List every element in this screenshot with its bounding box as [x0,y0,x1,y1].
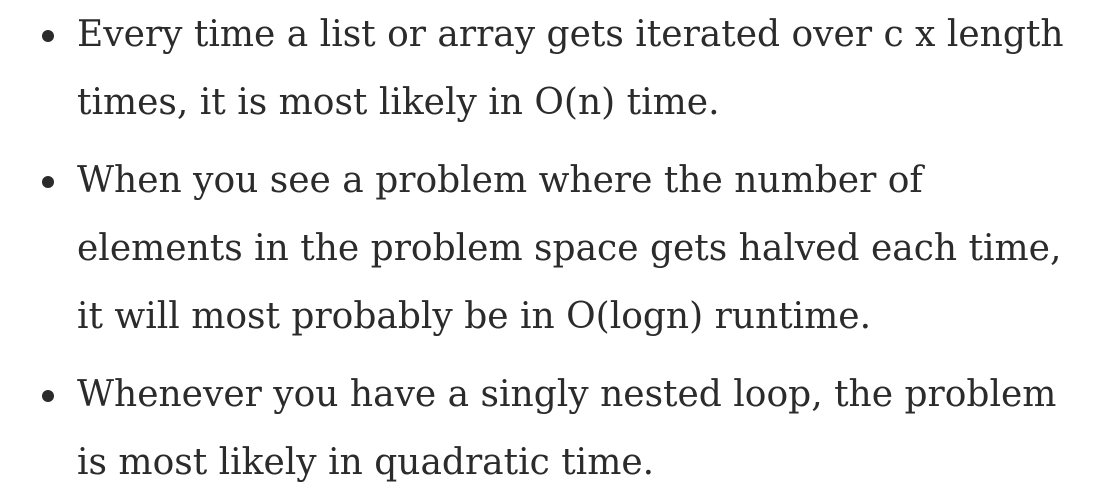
bullet-line: When you see a problem where the number … [77,160,923,201]
bullet-item-nested-loop: Whenever you have a singly nested loop, … [0,361,1118,497]
bullet-line: elements in the problem space gets halve… [77,228,1062,269]
bullet-list: Every time a list or array gets iterated… [0,1,1118,497]
bullet-point-icon [42,390,54,402]
bullet-point-icon [42,176,54,188]
bullet-line: it will most probably be in O(logn) runt… [77,296,872,337]
bullet-line: Whenever you have a singly nested loop, … [77,374,1057,415]
bullet-line: times, it is most likely in O(n) time. [77,82,720,123]
bullet-line: Every time a list or array gets iterated… [77,14,1064,55]
bullet-item-halving: When you see a problem where the number … [0,147,1118,351]
bullet-item-iteration: Every time a list or array gets iterated… [0,1,1118,137]
document-body: Every time a list or array gets iterated… [0,0,1118,488]
bullet-point-icon [42,30,54,42]
bullet-line: is most likely in quadratic time. [77,442,655,483]
